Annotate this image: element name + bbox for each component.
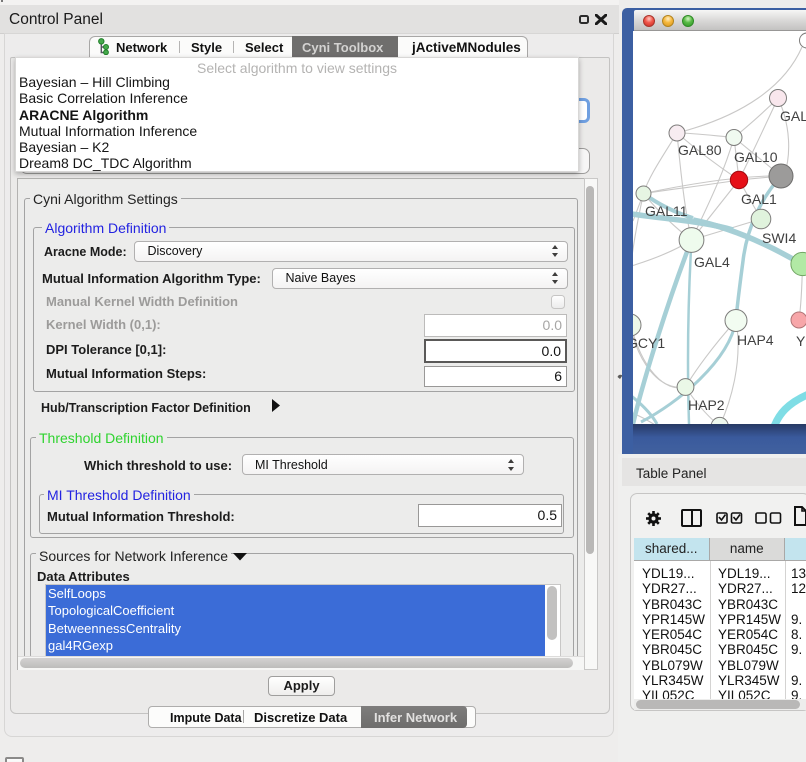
svg-text:HAP2: HAP2 bbox=[688, 397, 725, 413]
svg-text:Y: Y bbox=[796, 333, 806, 349]
svg-text:GAL80: GAL80 bbox=[678, 142, 722, 158]
svg-text:SWI4: SWI4 bbox=[762, 230, 796, 246]
svg-text:GAL10: GAL10 bbox=[734, 149, 778, 165]
svg-text:GAL11: GAL11 bbox=[645, 203, 688, 219]
svg-text:GAL1: GAL1 bbox=[741, 191, 777, 207]
svg-text:GCY1: GCY1 bbox=[633, 335, 665, 351]
svg-text:HAP4: HAP4 bbox=[737, 332, 774, 348]
svg-text:GAL2: GAL2 bbox=[780, 108, 806, 124]
svg-text:GAL4: GAL4 bbox=[694, 254, 730, 270]
